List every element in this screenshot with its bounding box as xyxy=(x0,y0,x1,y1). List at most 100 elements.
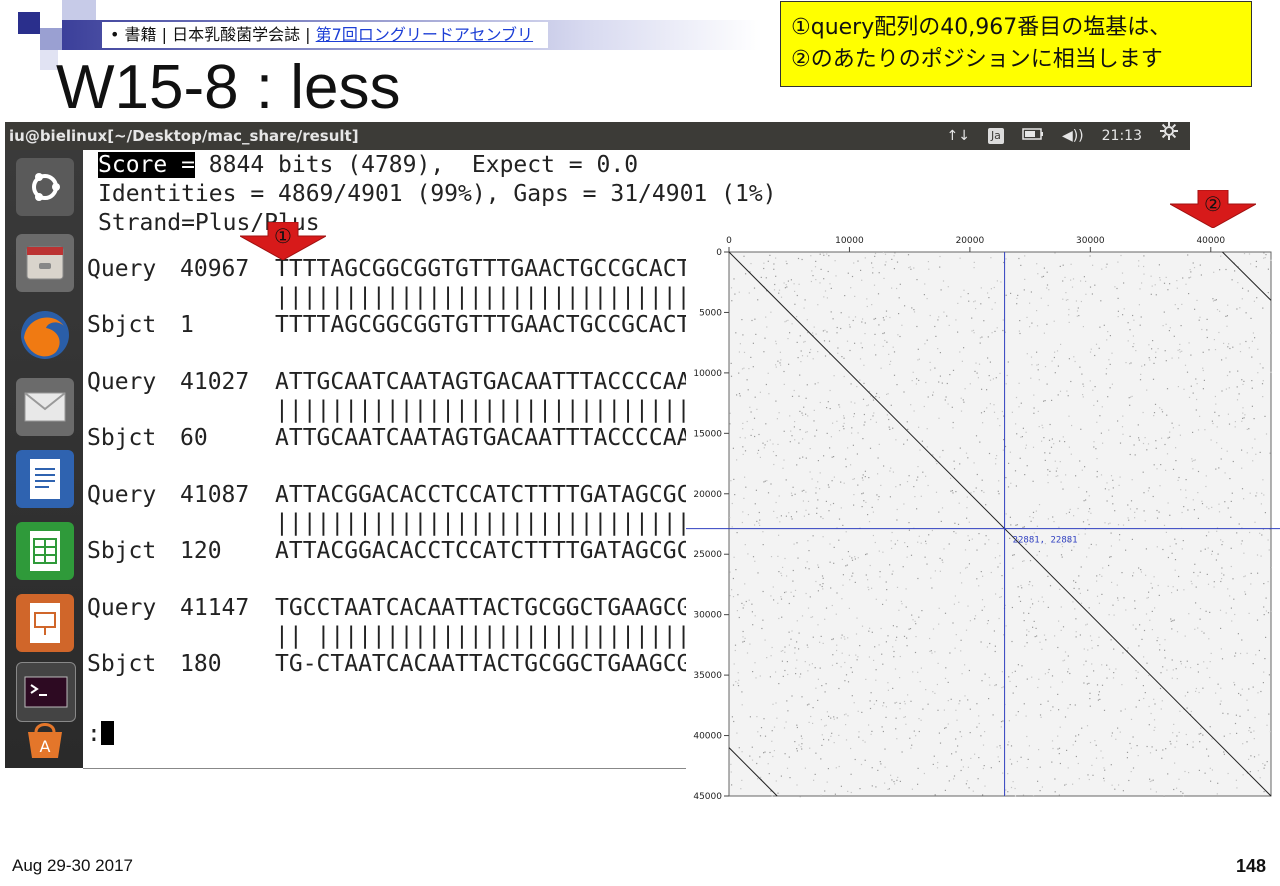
noise-dot xyxy=(738,351,740,353)
volume-icon[interactable]: ◀)) xyxy=(1062,122,1084,150)
noise-dot xyxy=(1239,307,1241,309)
noise-dot xyxy=(932,391,934,393)
noise-dot xyxy=(1096,470,1098,473)
noise-dot xyxy=(1156,546,1158,548)
noise-dot xyxy=(836,326,838,329)
less-prompt[interactable]: : xyxy=(87,721,114,747)
noise-dot xyxy=(763,267,765,270)
noise-dot xyxy=(1136,508,1138,510)
noise-dot xyxy=(882,663,884,665)
noise-dot xyxy=(812,535,814,537)
noise-dot xyxy=(1003,634,1005,636)
noise-dot xyxy=(926,298,928,300)
writer-icon[interactable] xyxy=(16,450,74,508)
keyboard-indicator[interactable]: Ja xyxy=(987,128,1004,144)
noise-dot xyxy=(1251,380,1253,382)
noise-dot xyxy=(815,333,817,335)
noise-dot xyxy=(1262,763,1264,765)
noise-dot xyxy=(1143,697,1145,700)
noise-dot xyxy=(939,266,941,268)
noise-dot xyxy=(1006,374,1008,377)
sbjct-position: 120 xyxy=(180,538,222,564)
noise-dot xyxy=(776,517,778,519)
noise-dot xyxy=(1062,436,1064,438)
mail-icon[interactable] xyxy=(16,378,74,436)
noise-dot xyxy=(892,346,894,348)
noise-dot xyxy=(751,759,754,761)
noise-dot xyxy=(864,257,866,259)
noise-dot xyxy=(1129,363,1131,365)
noise-dot xyxy=(1031,364,1033,366)
noise-dot xyxy=(914,651,917,654)
noise-dot xyxy=(793,595,795,597)
noise-dot xyxy=(875,786,877,788)
callout-line: ②のあたりのポジションに相当します xyxy=(791,47,1163,72)
noise-dot xyxy=(775,366,777,368)
noise-dot xyxy=(984,785,986,787)
noise-dot xyxy=(1079,592,1081,594)
noise-dot xyxy=(1268,549,1270,551)
network-icon[interactable]: ↑↓ xyxy=(946,122,969,150)
noise-dot xyxy=(910,404,912,406)
noise-dot xyxy=(1139,379,1142,381)
noise-dot xyxy=(1085,624,1087,626)
noise-dot xyxy=(810,616,812,618)
window-titlebar[interactable]: iu@bielinux[~/Desktop/mac_share/result] … xyxy=(5,122,1190,150)
noise-dot xyxy=(1018,330,1020,332)
noise-dot xyxy=(749,643,751,645)
terminal-icon[interactable] xyxy=(16,662,76,722)
noise-dot xyxy=(1242,774,1244,776)
noise-dot xyxy=(1032,626,1034,628)
noise-dot xyxy=(866,405,868,407)
impress-icon[interactable] xyxy=(16,594,74,652)
noise-dot xyxy=(1106,664,1108,666)
noise-dot xyxy=(743,604,745,606)
noise-dot xyxy=(1242,407,1244,409)
noise-dot xyxy=(944,399,946,401)
software-center-icon[interactable]: A xyxy=(16,716,74,764)
noise-dot xyxy=(1206,573,1208,575)
noise-dot xyxy=(1148,357,1150,359)
noise-dot xyxy=(1234,655,1236,657)
noise-dot xyxy=(838,518,841,520)
files-icon[interactable] xyxy=(16,234,74,292)
calc-icon[interactable] xyxy=(16,522,74,580)
noise-dot xyxy=(824,355,827,357)
noise-dot xyxy=(918,616,920,618)
noise-dot xyxy=(1016,297,1018,299)
noise-dot xyxy=(815,492,817,494)
gear-icon[interactable] xyxy=(1160,122,1178,150)
noise-dot xyxy=(959,731,961,733)
noise-dot xyxy=(806,704,809,706)
noise-dot xyxy=(891,531,893,534)
noise-dot xyxy=(772,443,774,445)
noise-dot xyxy=(777,602,779,604)
noise-dot xyxy=(1257,348,1259,350)
firefox-icon[interactable] xyxy=(16,306,74,364)
clock[interactable]: 21:13 xyxy=(1102,122,1142,150)
noise-dot xyxy=(1229,371,1231,373)
noise-dot xyxy=(870,418,872,421)
noise-dot xyxy=(867,514,869,516)
noise-dot xyxy=(1117,597,1119,599)
noise-dot xyxy=(937,348,939,350)
breadcrumb-link[interactable]: 第7回ロングリードアセンブリ xyxy=(316,25,533,44)
noise-dot xyxy=(966,496,968,498)
noise-dot xyxy=(1082,326,1084,328)
noise-dot xyxy=(1140,571,1142,573)
noise-dot xyxy=(828,739,830,741)
noise-dot xyxy=(1241,688,1243,690)
noise-dot xyxy=(890,404,892,406)
noise-dot xyxy=(1068,321,1070,323)
noise-dot xyxy=(829,389,831,392)
noise-dot xyxy=(929,650,931,652)
dash-home-icon[interactable] xyxy=(16,158,74,216)
noise-dot xyxy=(1111,735,1113,737)
noise-dot xyxy=(775,702,777,704)
battery-icon[interactable] xyxy=(1022,122,1044,150)
noise-dot xyxy=(976,473,978,476)
noise-dot xyxy=(1231,279,1233,281)
x-tick-label: 0 xyxy=(726,236,732,246)
noise-dot xyxy=(786,575,788,577)
noise-dot xyxy=(1119,476,1121,478)
